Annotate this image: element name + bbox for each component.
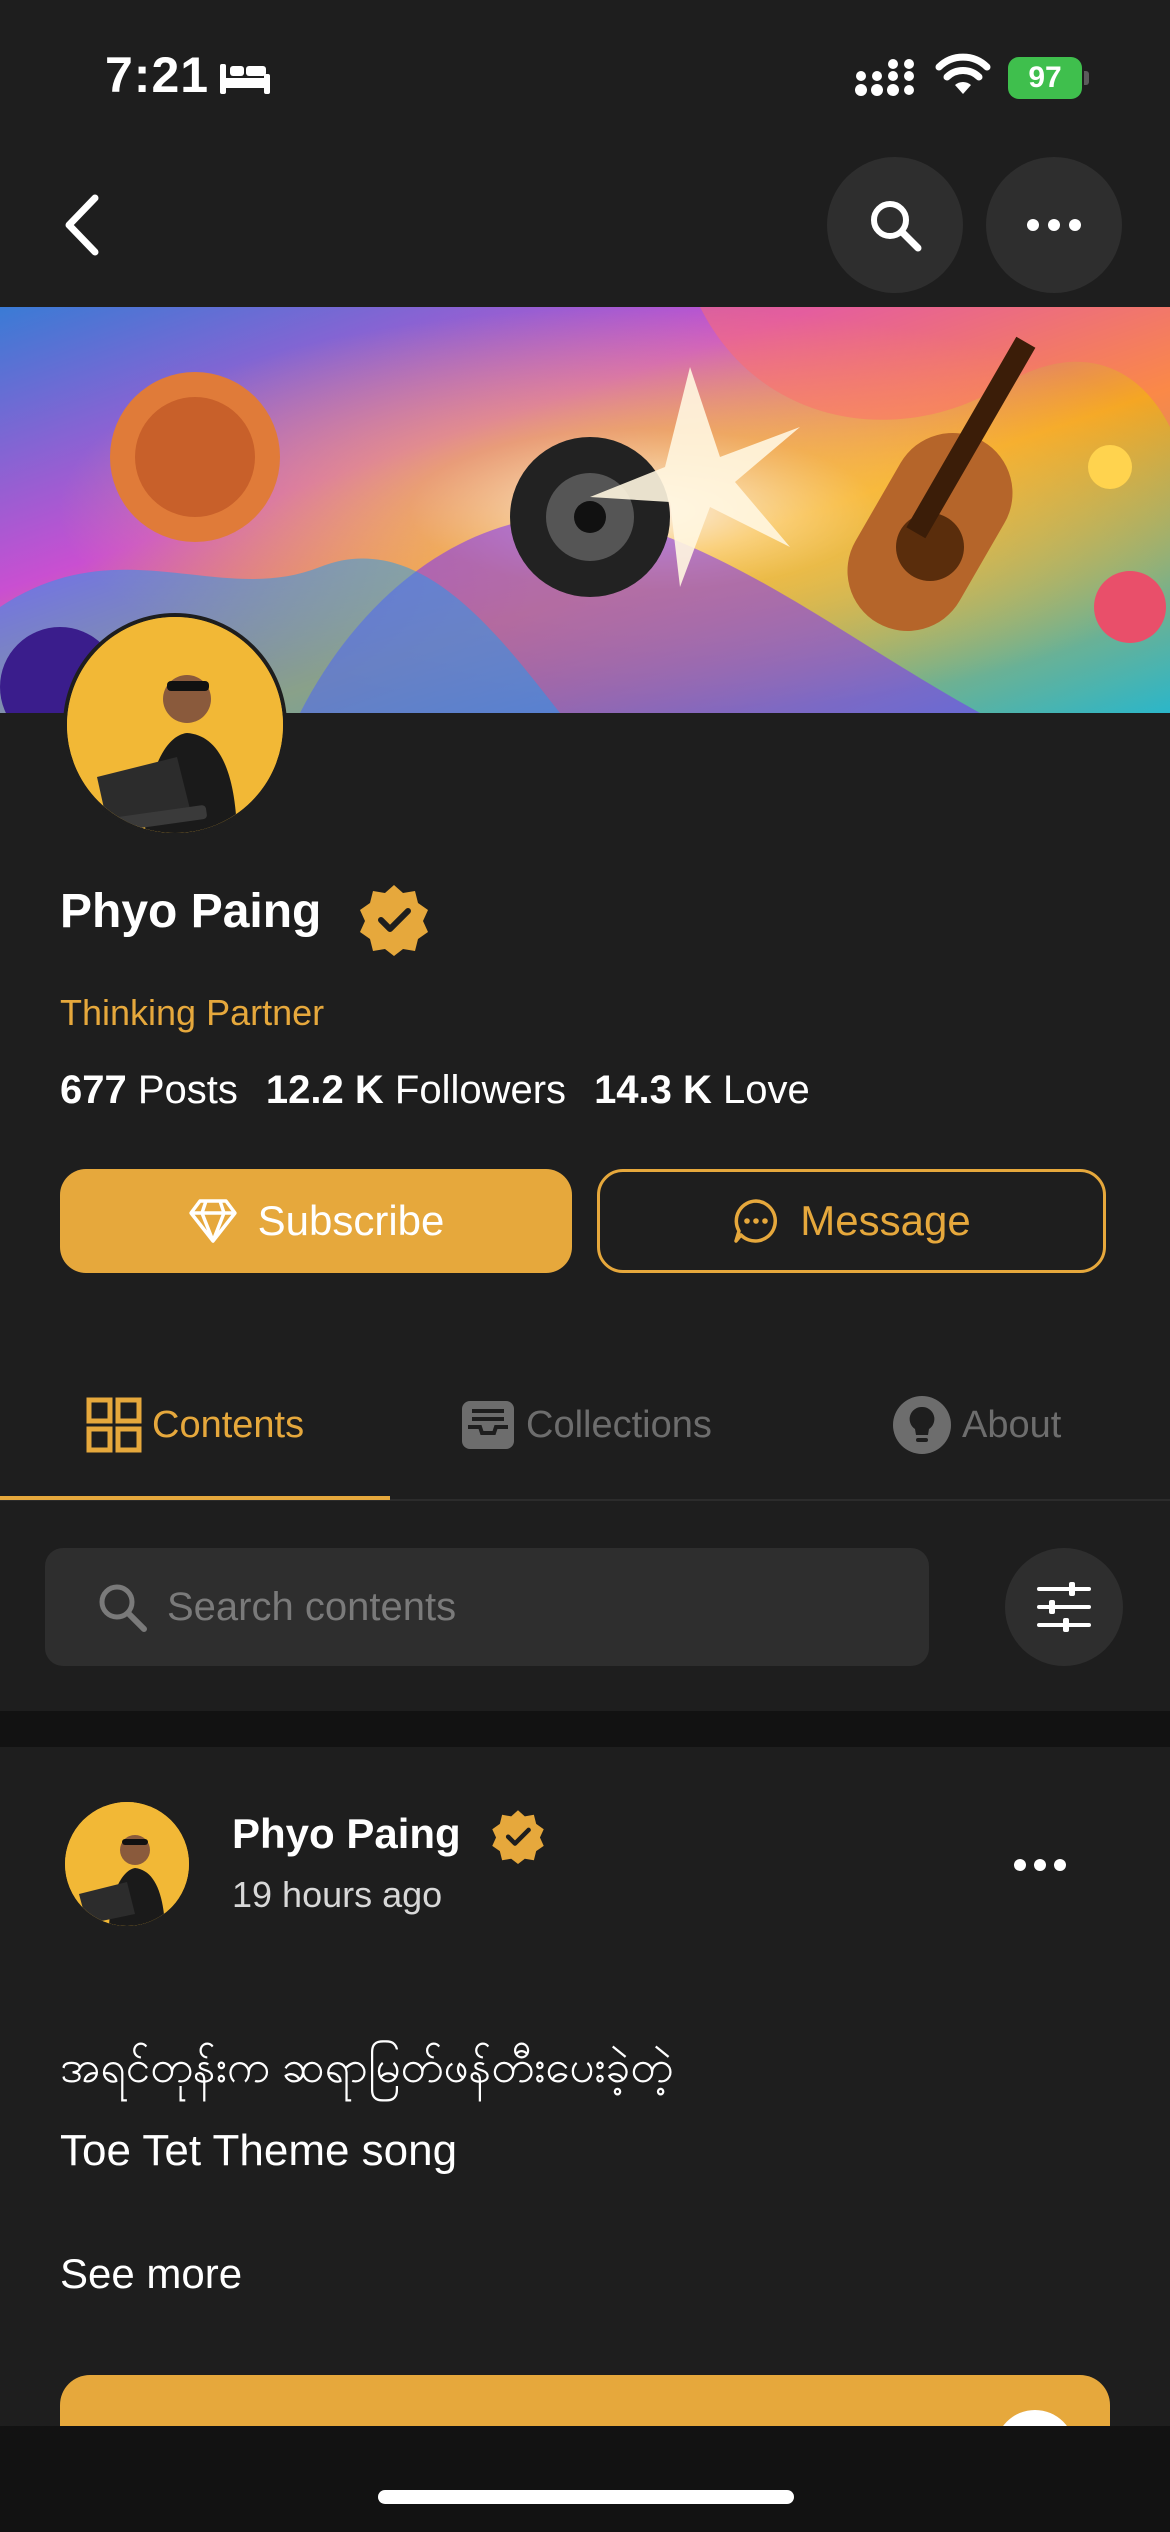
- bulb-icon: [893, 1396, 951, 1454]
- message-button[interactable]: Message: [597, 1169, 1106, 1273]
- stat-posts[interactable]: 677 Posts: [60, 1068, 238, 1113]
- post-text-line: အရင်တုန်းက ဆရာမြတ်ဖန်တီးပေးခဲ့တဲ့: [60, 2043, 674, 2092]
- post-text-line: Toe Tet Theme song: [60, 2126, 458, 2175]
- battery-indicator: 97: [1008, 57, 1089, 99]
- tab-contents-label: Contents: [152, 1403, 305, 1446]
- section-separator: [0, 1711, 1170, 1747]
- search-button[interactable]: [827, 157, 963, 293]
- verified-badge-icon: [360, 885, 428, 956]
- tray-icon: [462, 1401, 514, 1449]
- sliders-icon: [1037, 1582, 1091, 1632]
- tab-collections[interactable]: Collections: [460, 1390, 712, 1460]
- profile-tagline: Thinking Partner: [60, 992, 325, 1033]
- message-label: Message: [800, 1197, 971, 1244]
- profile-name: Phyo Paing: [60, 885, 322, 938]
- see-more-link[interactable]: See more: [60, 2250, 242, 2298]
- active-tab-indicator: [0, 1496, 390, 1500]
- home-indicator[interactable]: [378, 2490, 794, 2504]
- back-button[interactable]: [55, 190, 115, 260]
- profile-avatar[interactable]: [63, 613, 287, 837]
- wifi-icon: [935, 53, 991, 94]
- tab-collections-label: Collections: [526, 1403, 712, 1446]
- battery-level: 97: [1008, 57, 1082, 99]
- search-placeholder: Search contents: [167, 1584, 457, 1629]
- search-icon: [871, 201, 922, 252]
- stat-love[interactable]: 14.3 K Love: [594, 1068, 810, 1113]
- tab-about[interactable]: About: [892, 1390, 1061, 1460]
- subscribe-label: Subscribe: [257, 1197, 445, 1244]
- grid-icon: [86, 1397, 142, 1453]
- tab-about-label: About: [962, 1403, 1062, 1446]
- bed-icon: [220, 64, 270, 94]
- post-author-avatar[interactable]: [65, 1802, 189, 1926]
- post-author-name[interactable]: Phyo Paing: [232, 1810, 461, 1858]
- more-options-button[interactable]: [986, 157, 1122, 293]
- search-contents-input[interactable]: Search contents: [45, 1548, 929, 1666]
- search-icon: [99, 1584, 147, 1632]
- post-more-icon[interactable]: [1010, 1850, 1070, 1880]
- tab-contents[interactable]: Contents: [86, 1390, 304, 1460]
- filter-button[interactable]: [1005, 1548, 1123, 1666]
- diamond-icon: [188, 1199, 237, 1243]
- post-timestamp: 19 hours ago: [232, 1874, 443, 1915]
- verified-badge-icon: [492, 1810, 544, 1864]
- signal-icon: [855, 59, 914, 96]
- status-time: 7:21: [105, 47, 210, 103]
- stat-followers[interactable]: 12.2 K Followers: [266, 1068, 566, 1113]
- bottom-safe-area: [0, 2426, 1170, 2532]
- more-icon: [1027, 219, 1081, 231]
- profile-stats: 677 Posts 12.2 K Followers 14.3 K Love: [60, 1068, 810, 1113]
- subscribe-button[interactable]: Subscribe: [60, 1169, 572, 1273]
- chat-icon: [734, 1199, 778, 1243]
